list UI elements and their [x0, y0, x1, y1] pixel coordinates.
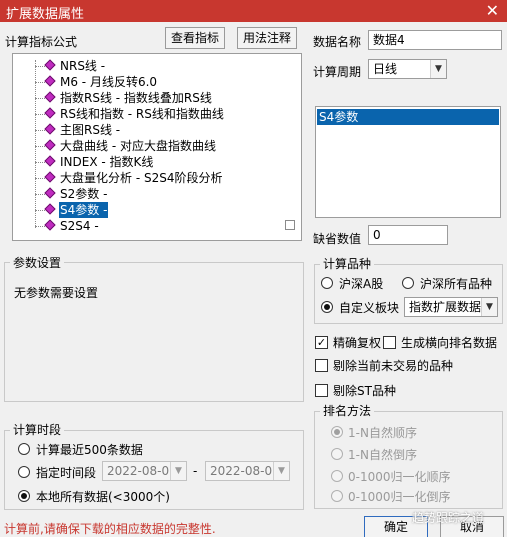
rank-normalized-asc-label[interactable]: 0-1000归一化顺序	[348, 468, 451, 485]
custom-block-select[interactable]: 指数扩展数据 ▼	[404, 297, 498, 317]
formula-icon	[44, 203, 56, 215]
formula-item-label[interactable]: 大盘曲线 - 对应大盘指数曲线	[59, 138, 217, 154]
formula-icon	[44, 139, 56, 151]
period-cycle-select[interactable]: 日线 ▼	[368, 59, 447, 79]
hs-all-varieties-radio[interactable]	[402, 277, 414, 289]
formula-icon	[44, 75, 56, 87]
exclude-untraded-checkbox[interactable]	[315, 359, 328, 372]
variety-title: 计算品种	[320, 255, 375, 272]
all-local-data-radio[interactable]	[18, 490, 30, 502]
formula-icon	[44, 187, 56, 199]
tree-branch-line	[35, 194, 45, 195]
formula-item-label[interactable]: S2S4 -	[59, 218, 100, 234]
watermark-text: 趋势跟踪之道	[412, 511, 485, 525]
exclude-st-checkbox[interactable]	[315, 384, 328, 397]
rank-natural-desc-label[interactable]: 1-N自然倒序	[348, 446, 417, 463]
window-title: 扩展数据属性	[6, 7, 85, 22]
date-from-picker[interactable]: 2022-08-05 ▼	[102, 461, 187, 481]
tree-branch-line	[35, 66, 45, 67]
rank-natural-asc-radio[interactable]	[331, 426, 343, 438]
tree-branch-line	[35, 114, 45, 115]
close-icon[interactable]: ✕	[486, 1, 499, 20]
custom-block-radio[interactable]	[321, 301, 333, 313]
params-title: 参数设置	[10, 254, 65, 271]
formula-item-label[interactable]: S2参数 -	[59, 186, 108, 202]
date-to-value: 2022-08-05	[210, 464, 280, 478]
chevron-down-icon[interactable]: ▼	[430, 60, 446, 78]
data-listbox[interactable]: S4参数	[315, 106, 501, 218]
exclude-untraded-label[interactable]: 剔除当前未交易的品种	[333, 357, 453, 374]
usage-notes-button[interactable]: 用法注释	[237, 27, 297, 49]
hs-all-varieties-label[interactable]: 沪深所有品种	[420, 275, 492, 292]
exact-restore-label[interactable]: 精确复权	[333, 334, 381, 351]
period-cycle-label: 计算周期	[313, 65, 362, 79]
default-value-label: 缺省数值	[313, 232, 362, 246]
formula-item-label[interactable]: INDEX - 指数K线	[59, 154, 154, 170]
rank-normalized-desc-radio[interactable]	[331, 490, 343, 502]
rank-normalized-desc-label[interactable]: 0-1000归一化倒序	[348, 488, 451, 505]
tree-branch-line	[35, 82, 45, 83]
chevron-down-icon[interactable]: ▼	[170, 462, 186, 480]
tree-branch-line	[35, 98, 45, 99]
tree-branch-line	[35, 146, 45, 147]
formula-icon	[44, 171, 56, 183]
formula-item-label[interactable]: RS线和指数 - RS线和指数曲线	[59, 106, 225, 122]
custom-block-value: 指数扩展数据	[409, 300, 482, 314]
formula-icon	[44, 155, 56, 167]
formula-icon	[44, 59, 56, 71]
ranking-title: 排名方法	[320, 402, 375, 419]
formula-item-label[interactable]: NRS线 -	[59, 58, 106, 74]
gen-rank-checkbox[interactable]	[383, 336, 396, 349]
params-group	[4, 262, 304, 402]
all-local-data-label[interactable]: 本地所有数据(<3000个)	[36, 488, 170, 505]
data-name-input[interactable]: 数据4	[368, 30, 502, 50]
hs-a-share-radio[interactable]	[321, 277, 333, 289]
tree-branch-line	[35, 130, 45, 131]
tree-branch-line	[35, 210, 45, 211]
exclude-st-label[interactable]: 剔除ST品种	[333, 382, 396, 399]
formula-item-label[interactable]: 指数RS线 - 指数线叠加RS线	[59, 90, 213, 106]
date-range-dash: -	[193, 464, 198, 478]
title-bar: 扩展数据属性 ✕	[0, 0, 507, 22]
period-title: 计算时段	[10, 421, 65, 438]
rank-normalized-asc-radio[interactable]	[331, 470, 343, 482]
formula-icon	[44, 91, 56, 103]
params-message: 无参数需要设置	[14, 286, 99, 300]
formula-item-label[interactable]: M6 - 月线反转6.0	[59, 74, 158, 90]
time-range-radio[interactable]	[18, 466, 30, 478]
time-range-label[interactable]: 指定时间段	[36, 464, 96, 481]
formula-icon	[44, 123, 56, 135]
date-from-value: 2022-08-05	[107, 464, 177, 478]
tree-branch-line	[35, 226, 45, 227]
period-cycle-value: 日线	[373, 62, 398, 76]
formula-label: 计算指标公式	[5, 35, 78, 49]
date-to-picker[interactable]: 2022-08-05 ▼	[205, 461, 290, 481]
hs-a-share-label[interactable]: 沪深A股	[339, 275, 383, 292]
chevron-down-icon[interactable]: ▼	[481, 298, 497, 316]
formula-icon	[44, 107, 56, 119]
formula-item-label[interactable]: 大盘量化分析 - S2S4阶段分析	[59, 170, 223, 186]
data-integrity-warning: 计算前,请确保下载的相应数据的完整性.	[4, 522, 216, 536]
custom-block-label[interactable]: 自定义板块	[339, 299, 399, 316]
exact-restore-checkbox[interactable]: ✓	[315, 336, 328, 349]
tree-resize-box	[285, 220, 295, 230]
tree-branch-line	[35, 162, 45, 163]
list-item-selected[interactable]: S4参数	[317, 109, 499, 125]
formula-item-label[interactable]: S4参数 -	[59, 202, 109, 218]
tree-branch-line	[35, 178, 45, 179]
formula-icon	[44, 219, 56, 231]
rank-natural-desc-radio[interactable]	[331, 448, 343, 460]
formula-tree[interactable]: NRS线 - M6 - 月线反转6.0 指数RS线 - 指数线叠加RS线 RS线和指数…	[12, 53, 302, 241]
tree-connector-line	[35, 60, 36, 228]
rank-natural-asc-label[interactable]: 1-N自然顺序	[348, 424, 417, 441]
gen-rank-label[interactable]: 生成横向排名数据	[401, 334, 497, 351]
recent-500-label[interactable]: 计算最近500条数据	[36, 441, 143, 458]
view-indicator-button[interactable]: 查看指标	[165, 27, 225, 49]
recent-500-radio[interactable]	[18, 443, 30, 455]
chevron-down-icon[interactable]: ▼	[273, 462, 289, 480]
formula-item-label[interactable]: 主图RS线 -	[59, 122, 121, 138]
data-name-label: 数据名称	[313, 35, 362, 49]
default-value-input[interactable]: 0	[368, 225, 448, 245]
